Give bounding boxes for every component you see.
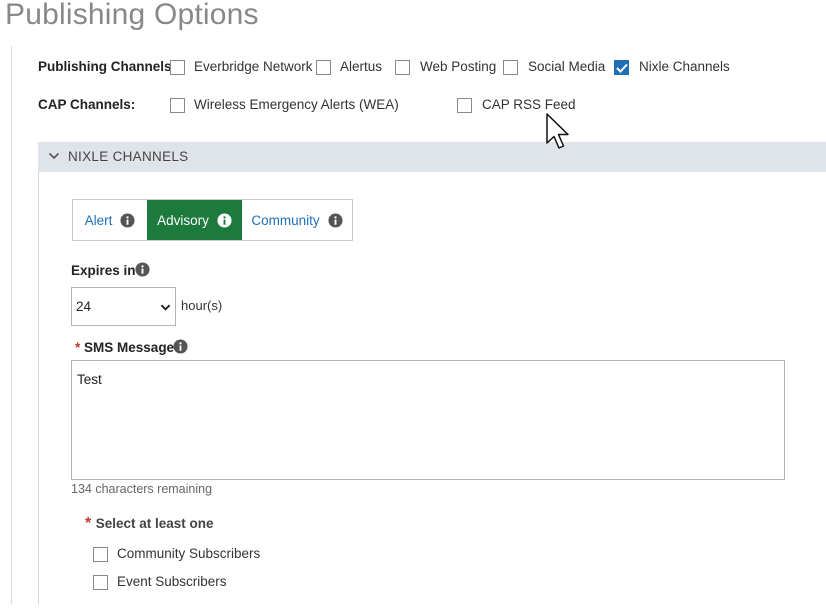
- checkbox-everbridge-network[interactable]: [170, 60, 185, 75]
- left-divider: [11, 46, 12, 604]
- checkbox-label-nixle-channels[interactable]: Nixle Channels: [639, 59, 730, 74]
- tab-community-label: Community: [251, 212, 320, 228]
- expires-unit-label: hour(s): [181, 298, 223, 313]
- checkbox-label-community-subscribers[interactable]: Community Subscribers: [117, 546, 260, 561]
- checkbox-social-media[interactable]: [503, 60, 518, 75]
- characters-remaining: 134 characters remaining: [71, 482, 213, 496]
- chevron-down-icon: [160, 304, 171, 311]
- required-asterisk: *: [85, 515, 92, 532]
- checkbox-label-wea[interactable]: Wireless Emergency Alerts (WEA): [194, 97, 399, 112]
- page-title: Publishing Options: [5, 0, 259, 31]
- checkbox-cap-rss-feed[interactable]: [457, 98, 472, 113]
- section-divider: [38, 172, 39, 604]
- info-circle-icon[interactable]: [173, 339, 188, 354]
- info-circle-icon[interactable]: [217, 212, 232, 228]
- checkbox-web-posting[interactable]: [395, 60, 410, 75]
- checkbox-label-social-media[interactable]: Social Media: [528, 59, 605, 74]
- checkbox-label-alertus[interactable]: Alertus: [340, 59, 382, 74]
- select-at-least-one-label: Select at least one: [95, 516, 214, 531]
- checkbox-label-everbridge-network[interactable]: Everbridge Network: [194, 59, 313, 74]
- checkbox-wea[interactable]: [170, 98, 185, 113]
- sms-message-label: SMS Message: [84, 340, 175, 355]
- checkbox-event-subscribers[interactable]: [93, 575, 108, 590]
- expires-hours-select[interactable]: 24: [71, 287, 176, 326]
- required-asterisk: *: [75, 340, 81, 355]
- mouse-pointer-icon: [546, 113, 569, 149]
- checkbox-community-subscribers[interactable]: [93, 547, 108, 562]
- check-icon: [615, 63, 628, 73]
- subscribers-label-group: * Select at least one: [85, 515, 214, 533]
- tab-alert-label: Alert: [84, 212, 113, 228]
- info-circle-icon[interactable]: [328, 212, 343, 228]
- tab-alert[interactable]: Alert: [73, 200, 147, 240]
- tab-advisory[interactable]: Advisory: [147, 200, 242, 240]
- sms-message-textarea[interactable]: Test: [71, 360, 785, 480]
- expires-in-label: Expires in: [71, 263, 136, 278]
- message-type-tabs: Alert Advisory Community: [72, 199, 353, 241]
- checkbox-label-cap-rss-feed[interactable]: CAP RSS Feed: [482, 97, 576, 112]
- expires-hours-value: 24: [76, 299, 92, 314]
- checkbox-alertus[interactable]: [316, 60, 331, 75]
- checkbox-nixle-channels[interactable]: [614, 60, 629, 75]
- checkbox-label-web-posting[interactable]: Web Posting: [420, 59, 496, 74]
- tab-advisory-label: Advisory: [157, 212, 209, 228]
- info-circle-icon[interactable]: [135, 262, 150, 277]
- nixle-channels-section-title[interactable]: NIXLE CHANNELS: [68, 149, 189, 164]
- tab-community[interactable]: Community: [242, 200, 352, 240]
- checkbox-label-event-subscribers[interactable]: Event Subscribers: [117, 574, 227, 589]
- sms-message-label-group: * SMS Message: [75, 340, 174, 355]
- publishing-channels-label: Publishing Channels:: [38, 59, 177, 74]
- cap-channels-label: CAP Channels:: [38, 97, 136, 112]
- chevron-down-icon[interactable]: [48, 150, 60, 162]
- info-circle-icon[interactable]: [120, 212, 135, 228]
